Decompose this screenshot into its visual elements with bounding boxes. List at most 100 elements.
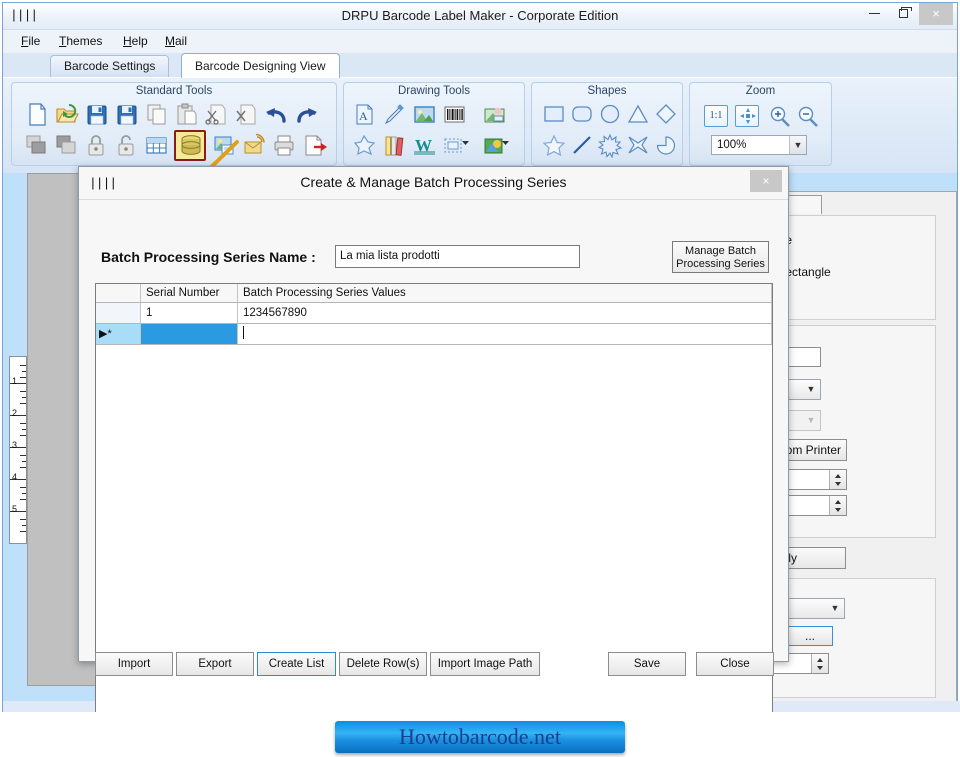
text-icon[interactable]: A bbox=[352, 102, 378, 127]
row-marker[interactable] bbox=[96, 303, 141, 323]
send-to-back-icon[interactable] bbox=[54, 133, 80, 158]
unlock-icon[interactable] bbox=[114, 133, 140, 158]
dialog-close-button[interactable]: × bbox=[750, 170, 782, 192]
ellipse-icon[interactable] bbox=[598, 102, 624, 127]
svg-text:A: A bbox=[359, 109, 368, 123]
bring-to-front-icon[interactable] bbox=[24, 133, 50, 158]
star-icon[interactable] bbox=[542, 133, 568, 158]
round-rectangle-icon[interactable] bbox=[570, 102, 596, 127]
cell-serial-number[interactable] bbox=[141, 324, 238, 344]
zoom-out-icon[interactable] bbox=[796, 105, 822, 130]
tab-barcode-designing-view[interactable]: Barcode Designing View bbox=[181, 53, 340, 78]
spinner-arrows-icon[interactable] bbox=[829, 496, 846, 515]
menu-item-help[interactable]: Help bbox=[119, 34, 152, 48]
row-marker-new[interactable]: ▶* bbox=[96, 324, 141, 344]
ruler-mark: 1 bbox=[12, 376, 18, 386]
menu-item-file[interactable]: FFileile bbox=[17, 34, 44, 48]
library-icon[interactable] bbox=[382, 133, 408, 158]
group-title-shapes: Shapes bbox=[587, 85, 627, 97]
spinner-arrows-icon[interactable] bbox=[811, 654, 828, 673]
app-root: |||| DRPU Barcode Label Maker - Corporat… bbox=[0, 0, 960, 757]
chevron-down-icon[interactable]: ▼ bbox=[789, 136, 806, 154]
zoom-level-value: 100% bbox=[717, 139, 747, 151]
export-button[interactable]: Export bbox=[176, 652, 254, 676]
import-button[interactable]: Import bbox=[95, 652, 173, 676]
tab-barcode-settings[interactable]: Barcode Settings bbox=[50, 55, 170, 77]
cell-series-value-editing[interactable] bbox=[238, 324, 772, 344]
title-bar: |||| DRPU Barcode Label Maker - Corporat… bbox=[3, 3, 957, 30]
minimize-button[interactable] bbox=[860, 3, 888, 25]
burst-icon[interactable] bbox=[598, 133, 624, 158]
zoom-in-icon[interactable] bbox=[768, 105, 794, 130]
zoom-level-select[interactable]: 100% ▼ bbox=[711, 135, 807, 155]
pen-icon[interactable] bbox=[382, 102, 408, 127]
delete-icon[interactable] bbox=[234, 102, 260, 127]
border-color-picker-button[interactable]: ... bbox=[787, 626, 833, 646]
group-standard-tools: Standard Tools bbox=[11, 82, 337, 166]
menu-bar: FFileile Themes Help Mail bbox=[3, 30, 957, 53]
diamond-icon[interactable] bbox=[654, 102, 680, 127]
four-point-star-icon[interactable] bbox=[626, 133, 652, 158]
chevron-down-icon[interactable] bbox=[502, 139, 510, 147]
chevron-down-icon[interactable]: ▼ bbox=[826, 599, 844, 618]
grid-header-series-values[interactable]: Batch Processing Series Values bbox=[238, 284, 772, 302]
undo-icon[interactable] bbox=[264, 102, 290, 127]
delete-rows-button[interactable]: Delete Row(s) bbox=[339, 652, 427, 676]
restore-button[interactable] bbox=[889, 3, 917, 25]
lock-icon[interactable] bbox=[84, 133, 110, 158]
table-row[interactable]: ▶* bbox=[96, 324, 772, 345]
line-icon[interactable] bbox=[570, 133, 596, 158]
close-button[interactable]: × bbox=[919, 3, 953, 25]
pie-icon[interactable] bbox=[654, 133, 680, 158]
new-document-icon[interactable] bbox=[24, 102, 50, 127]
barcode-icon[interactable] bbox=[442, 102, 468, 127]
grid-header-row: Serial Number Batch Processing Series Va… bbox=[96, 284, 772, 303]
create-list-button[interactable]: Create List bbox=[257, 652, 336, 676]
email-icon[interactable] bbox=[242, 133, 268, 158]
fit-page-icon[interactable] bbox=[735, 105, 759, 127]
group-shapes: Shapes bbox=[531, 82, 683, 166]
grid-header-serial-number[interactable]: Serial Number bbox=[141, 284, 238, 302]
import-image-path-button[interactable]: Import Image Path bbox=[430, 652, 540, 676]
export-pdf-icon[interactable] bbox=[302, 133, 328, 158]
cut-icon[interactable] bbox=[204, 102, 230, 127]
chevron-down-icon[interactable]: ▼ bbox=[802, 411, 820, 430]
watermark-icon[interactable] bbox=[482, 102, 508, 127]
signature-icon[interactable]: W bbox=[412, 133, 438, 158]
print-icon[interactable] bbox=[272, 133, 298, 158]
save-icon[interactable] bbox=[84, 102, 110, 127]
text-caret bbox=[243, 326, 244, 339]
close-button[interactable]: Close bbox=[696, 652, 774, 676]
chevron-down-icon[interactable]: ▼ bbox=[802, 380, 820, 399]
shape-icon[interactable] bbox=[352, 133, 378, 158]
group-title-standard-tools: Standard Tools bbox=[135, 85, 213, 97]
open-folder-icon[interactable] bbox=[54, 102, 80, 127]
dialog-title: Create & Manage Batch Processing Series bbox=[300, 174, 567, 190]
ruler-mark: 3 bbox=[12, 440, 18, 450]
save-as-icon[interactable] bbox=[114, 102, 140, 127]
menu-item-themes[interactable]: Themes bbox=[55, 34, 106, 48]
table-row[interactable]: 1 1234567890 bbox=[96, 303, 772, 324]
grid-header-marker[interactable] bbox=[96, 284, 141, 302]
picture-icon[interactable] bbox=[412, 102, 438, 127]
copy-icon[interactable] bbox=[144, 102, 170, 127]
cell-series-value[interactable]: 1234567890 bbox=[238, 303, 772, 323]
vertical-ruler: 1 2 3 4 5 bbox=[9, 356, 27, 544]
actual-size-button[interactable]: 1:1 bbox=[704, 105, 728, 127]
ruler-mark: 2 bbox=[12, 408, 18, 418]
spinner-arrows-icon[interactable] bbox=[829, 470, 846, 489]
redo-icon[interactable] bbox=[294, 102, 320, 127]
dialog-body: Batch Processing Series Name : La mia li… bbox=[79, 200, 788, 725]
paste-icon[interactable] bbox=[174, 102, 200, 127]
menu-item-mail[interactable]: Mail bbox=[161, 34, 191, 48]
triangle-icon[interactable] bbox=[626, 102, 652, 127]
tab-strip: Barcode Settings Barcode Designing View bbox=[3, 53, 957, 78]
group-zoom: Zoom 1:1 100% ▼ bbox=[689, 82, 832, 166]
rectangle-icon[interactable] bbox=[542, 102, 568, 127]
series-name-input[interactable]: La mia lista prodotti bbox=[335, 245, 580, 268]
manage-batch-series-button[interactable]: Manage Batch Processing Series bbox=[672, 241, 769, 273]
grid-icon[interactable] bbox=[144, 133, 170, 158]
chevron-down-icon[interactable] bbox=[462, 139, 470, 147]
save-button[interactable]: Save bbox=[608, 652, 686, 676]
cell-serial-number[interactable]: 1 bbox=[141, 303, 238, 323]
